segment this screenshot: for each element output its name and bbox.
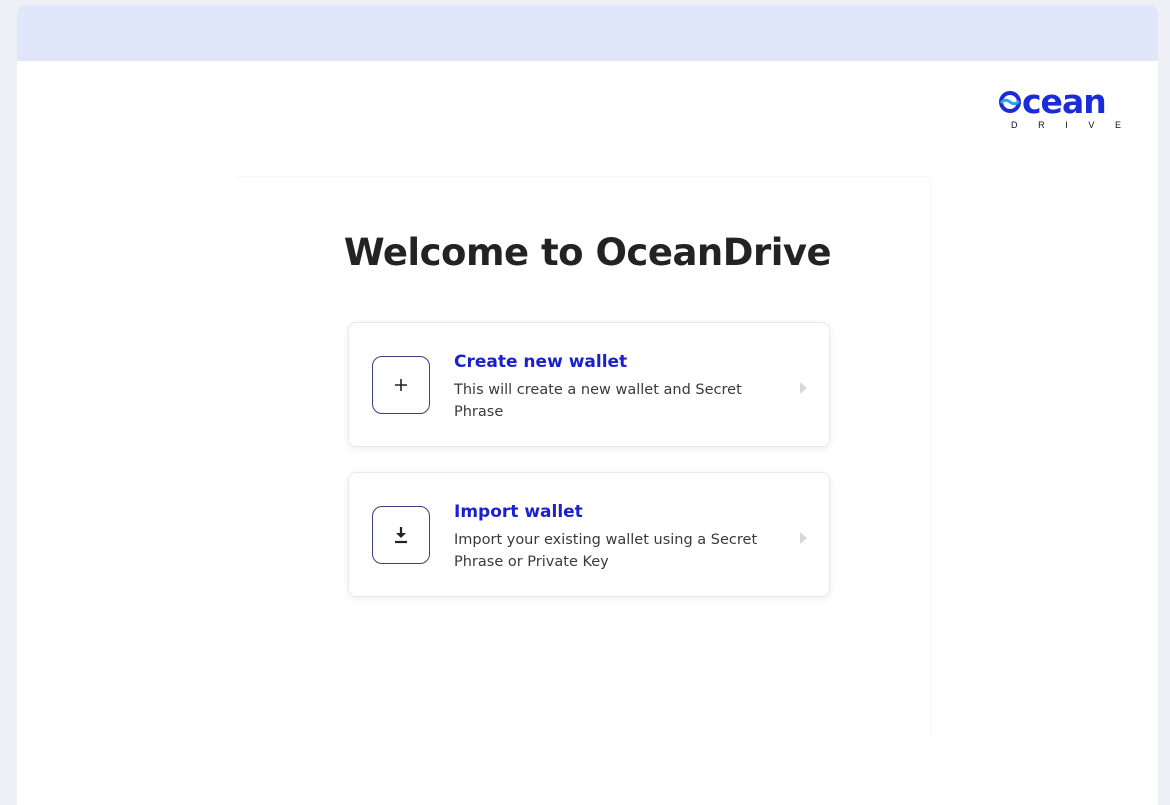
logo-text: cean	[1022, 82, 1107, 121]
top-bar	[17, 5, 1158, 61]
logo-wordmark: cean	[999, 82, 1107, 121]
logo-wave-icon	[999, 91, 1021, 113]
app-window: cean D R I V E Welcome to OceanDrive Cre…	[17, 5, 1158, 805]
create-wallet-card[interactable]: Create new wallet This will create a new…	[348, 322, 830, 447]
logo-letter: E	[1114, 120, 1121, 130]
chevron-right-icon	[800, 382, 807, 394]
logo-letter: V	[1088, 120, 1095, 130]
import-wallet-card[interactable]: Import wallet Import your existing walle…	[348, 472, 830, 597]
logo-subtitle: D R I V E	[1011, 120, 1121, 130]
download-icon	[372, 506, 430, 564]
card-title: Create new wallet	[454, 352, 628, 372]
page-title: Welcome to OceanDrive	[343, 231, 832, 274]
logo-letter: I	[1065, 120, 1068, 130]
card-description: Import your existing wallet using a Secr…	[454, 532, 758, 570]
card-description: This will create a new wallet and Secret…	[454, 382, 742, 420]
chevron-right-icon	[800, 532, 807, 544]
card-title: Import wallet	[454, 502, 583, 522]
oceandrive-logo: cean D R I V E	[999, 84, 1123, 132]
plus-icon	[372, 356, 430, 414]
logo-letter: D	[1011, 120, 1018, 130]
logo-letter: R	[1038, 120, 1045, 130]
